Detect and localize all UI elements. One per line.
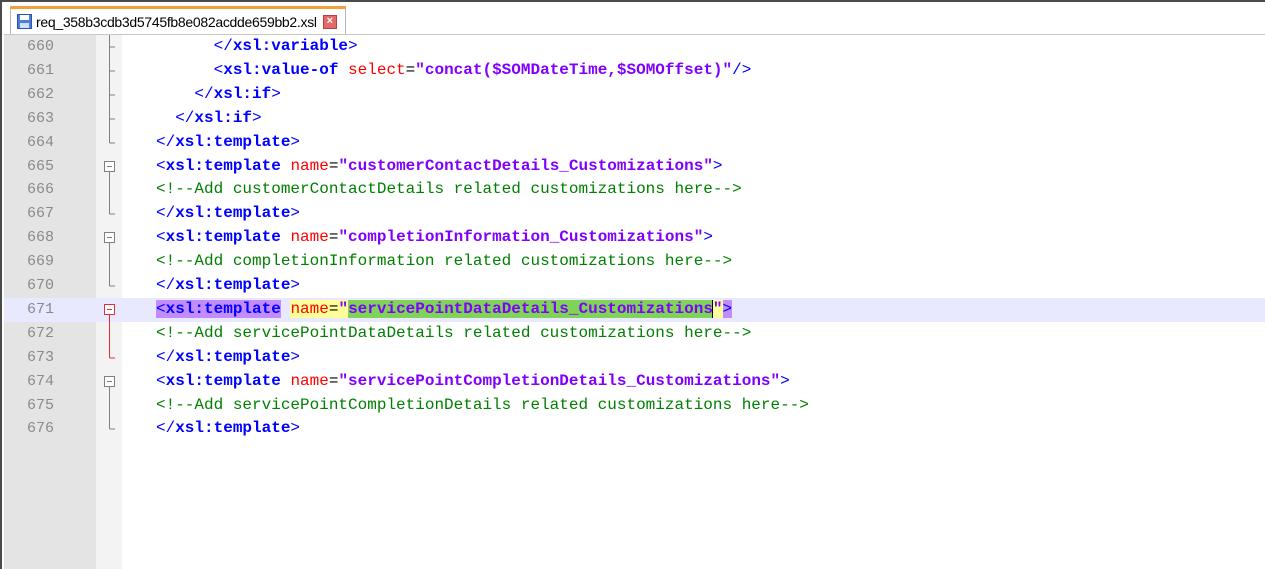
code-editor[interactable]: 660 </xsl:variable> 661 <xsl:value-of sel… <box>4 35 1265 569</box>
fold-line-icon <box>100 417 120 441</box>
fold-minus-icon[interactable] <box>100 298 120 322</box>
fold-line-icon <box>100 250 120 275</box>
line-code: <xsl:template name="customerContactDetai… <box>156 156 723 175</box>
fold-line-icon <box>100 274 120 298</box>
code-line-671[interactable]: 671 <xsl:template name="servicePointDataD… <box>4 297 1265 322</box>
fold-minus-icon[interactable] <box>100 226 120 251</box>
fold-line-icon <box>100 321 120 346</box>
line-number: 664 <box>26 133 54 151</box>
line-number: 662 <box>26 85 54 103</box>
code-line-660[interactable]: 660 </xsl:variable> <box>4 35 1265 59</box>
tab-bar: req_358b3cdb3d5745fb8e082acdde659bb2.xsl… <box>4 4 1265 35</box>
close-icon[interactable]: × <box>322 14 337 29</box>
line-number: 671 <box>26 300 54 318</box>
line-code: </xsl:template> <box>156 204 301 223</box>
line-number: 661 <box>26 61 54 79</box>
tab-filename: req_358b3cdb3d5745fb8e082acdde659bb2.xsl <box>36 13 317 30</box>
tab-file[interactable]: req_358b3cdb3d5745fb8e082acdde659bb2.xsl… <box>10 6 346 34</box>
line-number: 676 <box>26 420 54 438</box>
fold-line-icon <box>100 130 120 155</box>
fold-line-icon <box>100 58 120 83</box>
line-code: </xsl:if> <box>194 84 281 103</box>
line-code: <xsl:template name="servicePointDataDeta… <box>156 299 733 318</box>
code-line-676[interactable]: 676 </xsl:template> <box>4 417 1265 441</box>
code-line-674[interactable]: 674 <xsl:template name="servicePointCompl… <box>4 370 1265 394</box>
fold-minus-icon[interactable] <box>100 370 120 394</box>
code-line-673[interactable]: 673 </xsl:template> <box>4 345 1265 370</box>
line-number: 665 <box>26 157 54 175</box>
line-code: </xsl:if> <box>175 108 262 127</box>
code-line-675[interactable]: 675 <!--Add servicePointCompletionDetails… <box>4 393 1265 418</box>
line-code: </xsl:variable> <box>213 37 358 55</box>
line-number: 675 <box>26 396 54 414</box>
fold-line-icon <box>100 202 120 226</box>
fold-line-icon <box>100 178 120 203</box>
line-code: <!--Add completionInformation related cu… <box>156 252 733 271</box>
fold-line-icon <box>100 35 120 59</box>
code-line-667[interactable]: 667 </xsl:template> <box>4 202 1265 226</box>
save-file-icon <box>17 14 32 29</box>
line-code: <xsl:template name="completionInformatio… <box>156 228 713 247</box>
line-number: 663 <box>26 109 54 127</box>
code-line-661[interactable]: 661 <xsl:value-of select="concat($SOMDat… <box>4 58 1265 83</box>
code-line-664[interactable]: 664 </xsl:template> <box>4 130 1265 155</box>
line-code: </xsl:template> <box>156 132 301 151</box>
line-number: 666 <box>26 181 54 199</box>
fold-line-icon <box>100 106 120 131</box>
line-number: 672 <box>26 324 54 342</box>
editor-window: req_358b3cdb3d5745fb8e082acdde659bb2.xsl… <box>0 0 1265 569</box>
code-line-668[interactable]: 668 <xsl:template name="completionInforma… <box>4 226 1265 251</box>
line-number: 670 <box>26 277 54 294</box>
line-code: <xsl:template name="servicePointCompleti… <box>156 371 790 390</box>
line-code: <!--Add servicePointCompletionDetails re… <box>156 395 809 414</box>
line-code: <!--Add customerContactDetails related c… <box>156 180 742 199</box>
line-number: 668 <box>26 229 54 247</box>
code-line-666[interactable]: 666 <!--Add customerContactDetails relate… <box>4 178 1265 203</box>
code-line-670[interactable]: 670 </xsl:template> <box>4 274 1265 298</box>
fold-line-icon <box>100 393 120 418</box>
line-number: 669 <box>26 253 54 271</box>
code-line-662[interactable]: 662 </xsl:if> <box>4 82 1265 107</box>
line-code: </xsl:template> <box>156 419 301 438</box>
code-line-672[interactable]: 672 <!--Add servicePointDataDetails relat… <box>4 321 1265 346</box>
line-code: <!--Add servicePointDataDetails related … <box>156 323 752 342</box>
line-number: 673 <box>26 348 54 366</box>
line-number: 674 <box>26 372 54 390</box>
line-number: 667 <box>26 205 54 223</box>
fold-minus-icon[interactable] <box>100 155 120 179</box>
code-line-663[interactable]: 663 </xsl:if> <box>4 106 1265 131</box>
code-line-665[interactable]: 665 <xsl:template name="customerContactDe… <box>4 155 1265 179</box>
line-number: 660 <box>26 38 54 55</box>
line-code: </xsl:template> <box>156 347 301 366</box>
fold-line-icon <box>100 345 120 370</box>
line-code: </xsl:template> <box>156 276 301 294</box>
fold-line-icon <box>100 82 120 107</box>
code-line-669[interactable]: 669 <!--Add completionInformation related… <box>4 250 1265 275</box>
line-code: <xsl:value-of select="concat($SOMDateTim… <box>213 60 752 79</box>
code-area[interactable]: 660 </xsl:variable> 661 <xsl:value-of sel… <box>4 35 1265 569</box>
